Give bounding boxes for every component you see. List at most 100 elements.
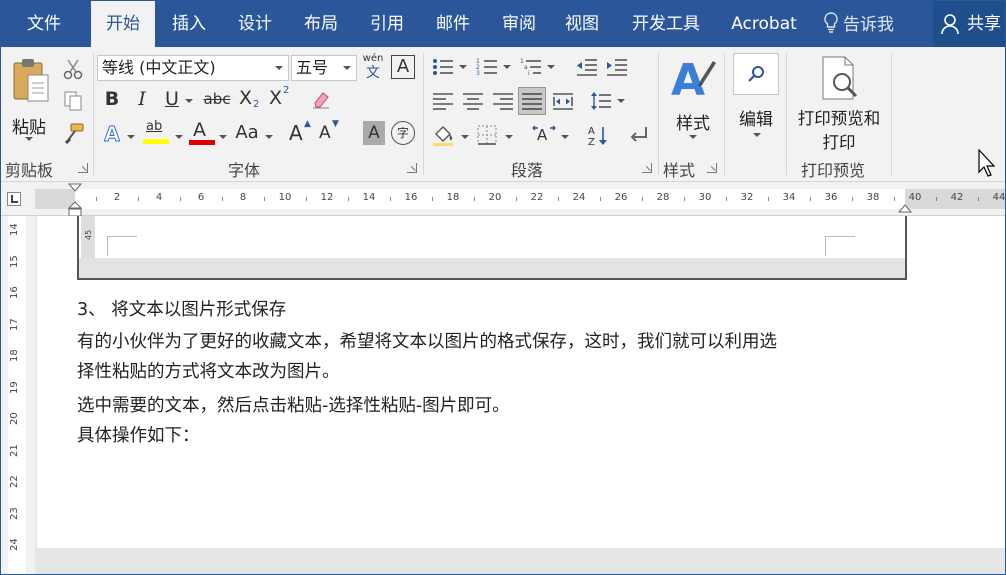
tell-me-search[interactable]: 告诉我 (823, 1, 894, 47)
format-painter-icon[interactable] (61, 121, 87, 145)
change-case-button[interactable]: Aa (233, 121, 261, 145)
clipboard-launcher-icon[interactable] (78, 163, 88, 173)
line-spacing-icon[interactable] (589, 89, 613, 113)
phonetic-guide-button[interactable]: wén 文 (361, 53, 385, 83)
paste-dropdown-icon (25, 137, 33, 141)
enclose-characters-button[interactable]: 字 (391, 121, 415, 145)
vertical-ruler[interactable]: 14 15 16 17 18 19 20 21 22 23 24 (1, 216, 35, 574)
clear-formatting-icon[interactable] (309, 87, 333, 111)
numbering-dropdown-icon[interactable] (503, 65, 511, 69)
tab-insert[interactable]: 插入 (159, 1, 219, 47)
tab-acrobat[interactable]: Acrobat (721, 1, 807, 47)
ruler-number: 6 (197, 192, 205, 203)
italic-button[interactable]: I (131, 87, 153, 111)
font-color-button[interactable]: A (189, 119, 215, 147)
tab-review[interactable]: 审阅 (489, 1, 549, 47)
tab-view[interactable]: 视图 (551, 1, 613, 47)
svg-text:Z: Z (588, 137, 595, 148)
subscript-digit: 2 (253, 99, 260, 110)
char-border-button[interactable]: A (391, 55, 415, 79)
bold-button[interactable]: B (101, 87, 123, 111)
lightbulb-icon (824, 12, 838, 33)
ruler-number: 42 (950, 192, 964, 203)
tab-selector-icon[interactable] (7, 192, 21, 206)
highlight-dropdown-icon[interactable] (175, 135, 183, 139)
tab-mailings[interactable]: 邮件 (423, 1, 483, 47)
multilevel-dropdown-icon[interactable] (547, 65, 555, 69)
embedded-ruler-number: 45 (84, 229, 93, 240)
tab-references[interactable]: 引用 (357, 1, 417, 47)
copy-icon[interactable] (61, 89, 85, 113)
superscript-button[interactable]: X2 (269, 85, 293, 111)
print-preview-label-1: 打印预览和 (797, 109, 881, 128)
styles-launcher-icon[interactable] (707, 163, 717, 173)
document-page[interactable]: 45 3、 将文本以图片形式保存 有的小伙伴为了更好的收藏文本，希望将文本以图片… (37, 216, 1005, 548)
change-case-dropdown-icon[interactable] (265, 135, 273, 139)
shrink-font-button[interactable]: A ▼ (319, 119, 343, 147)
font-size-dropdown[interactable]: 五号 (291, 55, 357, 81)
tab-layout[interactable]: 布局 (291, 1, 351, 47)
shading-icon[interactable] (431, 123, 457, 147)
multilevel-list-icon[interactable]: 1ai (519, 55, 543, 79)
subscript-button[interactable]: X2 (239, 87, 263, 111)
tab-home[interactable]: 开始 (91, 1, 155, 47)
svg-text:A: A (588, 126, 595, 137)
paragraph-group-label: 段落 (511, 161, 544, 180)
tab-references-label: 引用 (370, 14, 404, 34)
show-marks-icon[interactable] (627, 123, 651, 147)
borders-icon[interactable] (475, 123, 499, 147)
increase-indent-icon[interactable] (605, 55, 629, 79)
asian-layout-icon[interactable]: A (531, 123, 557, 147)
bullets-icon[interactable] (431, 55, 455, 79)
asian-layout-dropdown-icon[interactable] (561, 135, 569, 139)
justify-icon[interactable] (518, 87, 546, 115)
font-launcher-icon[interactable] (407, 163, 417, 173)
right-indent-icon[interactable] (898, 204, 912, 214)
grow-font-button[interactable]: A ▲ (289, 119, 313, 145)
styles-button[interactable]: A 样式 (665, 53, 721, 153)
paragraph-launcher-icon[interactable] (642, 163, 652, 173)
align-right-icon[interactable] (491, 89, 515, 113)
share-button[interactable]: 共享 (933, 1, 1005, 47)
underline-button[interactable]: U (161, 87, 183, 111)
ruler-number: 12 (320, 192, 334, 203)
underline-dropdown-icon[interactable] (185, 99, 193, 103)
clipboard-group-label: 剪贴板 (5, 161, 54, 180)
vertical-ruler-number: 14 (9, 223, 20, 236)
ruler-number: 24 (572, 192, 586, 203)
first-line-indent-icon[interactable] (68, 183, 82, 195)
print-preview-button[interactable]: 打印预览和 打印 (791, 53, 887, 153)
group-separator (658, 53, 659, 175)
ruler-tick (222, 197, 223, 201)
decrease-indent-icon[interactable] (575, 55, 599, 79)
phonetic-bottom-label: 文 (366, 65, 380, 81)
cut-icon[interactable] (61, 57, 85, 81)
tab-file[interactable]: 文件 (1, 1, 87, 47)
sort-button[interactable]: AZ (587, 123, 611, 149)
align-left-icon[interactable] (431, 89, 455, 113)
text-effects-dropdown-icon[interactable] (127, 135, 135, 139)
numbering-icon[interactable]: 123 (475, 55, 499, 79)
highlight-button[interactable]: ab (143, 119, 171, 147)
line-spacing-dropdown-icon[interactable] (617, 99, 625, 103)
tab-developer[interactable]: 开发工具 (621, 1, 711, 47)
borders-dropdown-icon[interactable] (505, 135, 513, 139)
shading-dropdown-icon[interactable] (461, 135, 469, 139)
horizontal-ruler[interactable]: 2 4 6 8 10 12 14 16 18 20 22 24 26 28 30 32 34 36 38 40 42 44 (1, 182, 1005, 217)
font-name-dropdown[interactable]: 等线 (中文正文) (97, 55, 289, 81)
text-effects-button[interactable]: A (101, 121, 123, 147)
ruler-number: 18 (446, 192, 460, 203)
tab-developer-label: 开发工具 (632, 14, 700, 34)
char-shading-button[interactable]: A (363, 121, 385, 145)
document-area[interactable]: 45 3、 将文本以图片形式保存 有的小伙伴为了更好的收藏文本，希望将文本以图片… (35, 216, 1005, 574)
hanging-indent-icon[interactable] (68, 201, 82, 217)
editing-button[interactable]: 编辑 (731, 53, 781, 153)
font-color-dropdown-icon[interactable] (219, 135, 227, 139)
align-center-icon[interactable] (461, 89, 485, 113)
ruler-tick (684, 197, 685, 201)
bullets-dropdown-icon[interactable] (459, 65, 467, 69)
paste-button[interactable]: 粘贴 (7, 55, 53, 145)
distributed-icon[interactable] (551, 89, 575, 113)
strikethrough-button[interactable]: abc (201, 87, 233, 111)
tab-design[interactable]: 设计 (225, 1, 285, 47)
